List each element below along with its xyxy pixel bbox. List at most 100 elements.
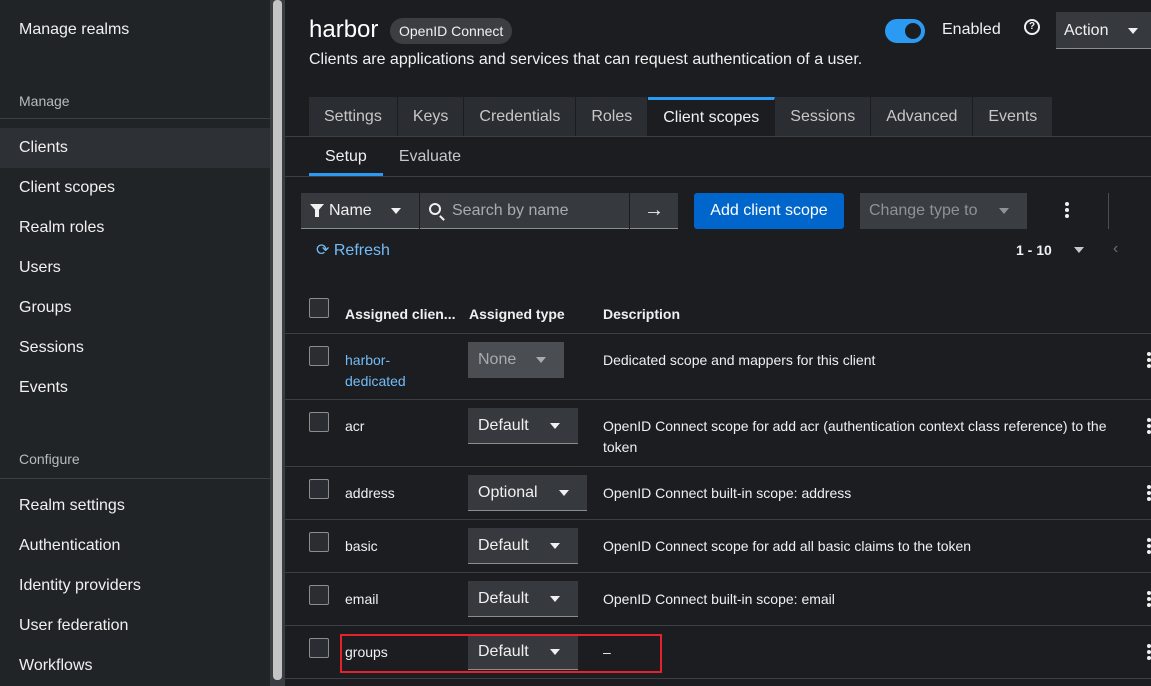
row-kebab-icon[interactable] xyxy=(1147,644,1151,660)
sidebar-item-users[interactable]: Users xyxy=(0,248,270,288)
subtab-evaluate[interactable]: Evaluate xyxy=(383,140,477,176)
client-scope-link[interactable]: harbor- dedicated xyxy=(345,350,406,392)
sidebar-item-client-scopes[interactable]: Client scopes xyxy=(0,168,270,208)
tab-settings[interactable]: Settings xyxy=(309,97,398,137)
toolbar-separator xyxy=(1108,193,1109,229)
row-checkbox[interactable] xyxy=(309,346,329,366)
search-submit-button[interactable]: → xyxy=(630,193,678,229)
row-kebab-icon[interactable] xyxy=(1147,352,1151,368)
table-row: basic Default OpenID Connect scope for a… xyxy=(285,520,1151,573)
scope-description-line1: OpenID Connect scope for add acr (authen… xyxy=(603,418,1107,434)
table-row: harbor- dedicated None Dedicated scope a… xyxy=(285,334,1151,400)
page-subtitle: Clients are applications and services th… xyxy=(309,51,863,68)
scope-name-line1: harbor- xyxy=(345,352,391,368)
scope-description: Dedicated scope and mappers for this cli… xyxy=(603,352,876,368)
assigned-type-select[interactable]: Optional xyxy=(468,475,587,511)
filter-type-select[interactable]: Name xyxy=(301,193,419,229)
sidebar-item-realm-settings[interactable]: Realm settings xyxy=(0,486,270,526)
subtab-setup[interactable]: Setup xyxy=(309,140,383,176)
tab-keys[interactable]: Keys xyxy=(397,97,465,137)
main-content: harbor OpenID Connect Clients are applic… xyxy=(285,0,1151,686)
sidebar: Manage realms Manage Clients Client scop… xyxy=(0,0,270,686)
enabled-label: Enabled xyxy=(942,21,1001,38)
tab-sessions[interactable]: Sessions xyxy=(775,97,872,137)
scope-name: acr xyxy=(345,418,365,434)
sidebar-item-authentication[interactable]: Authentication xyxy=(0,526,270,566)
table-row: acr Default OpenID Connect scope for add… xyxy=(285,400,1151,467)
action-dropdown[interactable]: Action xyxy=(1056,12,1151,49)
row-checkbox[interactable] xyxy=(309,585,329,605)
toggle-knob xyxy=(905,23,921,39)
add-client-scope-button[interactable]: Add client scope xyxy=(694,193,844,229)
search-input[interactable]: Search by name xyxy=(420,193,629,229)
sidebar-item-realm-roles[interactable]: Realm roles xyxy=(0,208,270,248)
sidebar-item-workflows[interactable]: Workflows xyxy=(0,646,270,686)
tab-advanced[interactable]: Advanced xyxy=(871,97,974,137)
scope-description: OpenID Connect scope for add all basic c… xyxy=(603,538,972,554)
column-header-type[interactable]: Assigned type xyxy=(469,306,565,322)
help-icon[interactable]: ? xyxy=(1024,19,1040,35)
change-type-dropdown[interactable]: Change type to xyxy=(860,193,1027,229)
search-icon xyxy=(429,203,441,215)
scope-description: OpenID Connect built-in scope: address xyxy=(603,485,852,501)
subtabs: Setup Evaluate xyxy=(309,140,477,176)
select-all-checkbox[interactable] xyxy=(309,298,329,318)
divider xyxy=(0,118,270,119)
scope-name-line2: dedicated xyxy=(345,373,406,389)
sidebar-item-clients[interactable]: Clients xyxy=(0,128,270,168)
tab-client-scopes[interactable]: Client scopes xyxy=(648,97,776,137)
tab-credentials[interactable]: Credentials xyxy=(464,97,577,137)
sidebar-item-groups[interactable]: Groups xyxy=(0,288,270,328)
column-header-name[interactable]: Assigned clien... xyxy=(345,306,455,322)
assigned-type-value: Default xyxy=(478,590,529,607)
sidebar-item-events[interactable]: Events xyxy=(0,368,270,408)
refresh-icon: ⟳ xyxy=(316,242,330,259)
app: Manage realms Manage Clients Client scop… xyxy=(0,0,1151,686)
assigned-type-select[interactable]: Default xyxy=(468,528,578,564)
enabled-toggle[interactable] xyxy=(885,19,925,43)
row-kebab-icon[interactable] xyxy=(1147,538,1151,554)
row-checkbox[interactable] xyxy=(309,532,329,552)
chevron-down-icon xyxy=(1128,28,1138,34)
chevron-down-icon xyxy=(536,357,546,363)
toolbar-kebab-icon[interactable] xyxy=(1065,202,1069,218)
assigned-type-select[interactable]: Default xyxy=(468,581,578,617)
change-type-label: Change type to xyxy=(869,202,978,219)
configure-heading: Configure xyxy=(19,451,80,467)
tab-events[interactable]: Events xyxy=(973,97,1054,137)
assigned-type-select[interactable]: Default xyxy=(468,408,578,444)
client-tabs: Settings Keys Credentials Roles Client s… xyxy=(309,97,1054,137)
manage-realms-link[interactable]: Manage realms xyxy=(0,10,270,50)
tab-roles[interactable]: Roles xyxy=(576,97,649,137)
search-placeholder: Search by name xyxy=(452,202,569,219)
sidebar-scrollbar[interactable] xyxy=(270,0,285,686)
row-checkbox[interactable] xyxy=(309,638,329,658)
sidebar-item-identity-providers[interactable]: Identity providers xyxy=(0,566,270,606)
chevron-down-icon xyxy=(1073,247,1084,253)
row-kebab-icon[interactable] xyxy=(1147,591,1151,607)
chevron-down-icon xyxy=(559,490,569,496)
divider xyxy=(0,478,270,479)
assigned-type-value: Optional xyxy=(478,484,538,501)
table-row: address Optional OpenID Connect built-in… xyxy=(285,467,1151,520)
sidebar-item-sessions[interactable]: Sessions xyxy=(0,328,270,368)
page-title: harbor xyxy=(309,16,379,43)
scrollbar-thumb[interactable] xyxy=(273,0,282,680)
sidebar-item-user-federation[interactable]: User federation xyxy=(0,606,270,646)
pagination-label: 1 - 10 xyxy=(1016,242,1052,258)
refresh-button[interactable]: ⟳ Refresh xyxy=(316,240,390,260)
pagination-range[interactable]: 1 - 10 xyxy=(1016,242,1084,258)
assigned-type-value: Default xyxy=(478,417,529,434)
row-kebab-icon[interactable] xyxy=(1147,485,1151,501)
chevron-down-icon xyxy=(391,208,401,214)
chevron-left-icon[interactable]: ‹ xyxy=(1113,240,1118,258)
scope-name: email xyxy=(345,591,379,607)
scope-name: address xyxy=(345,485,395,501)
table-header: Assigned clien... Assigned type Descript… xyxy=(285,289,1151,334)
row-checkbox[interactable] xyxy=(309,412,329,432)
filter-label: Name xyxy=(329,202,372,219)
row-kebab-icon[interactable] xyxy=(1147,418,1151,434)
filter-icon-stem xyxy=(315,210,319,217)
scope-name: basic xyxy=(345,538,378,554)
row-checkbox[interactable] xyxy=(309,479,329,499)
